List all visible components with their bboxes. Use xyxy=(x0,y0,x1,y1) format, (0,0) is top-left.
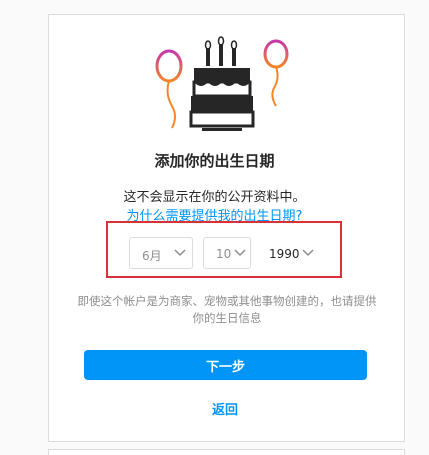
page-title: 添加你的出生日期 xyxy=(154,152,275,170)
chevron-down-icon xyxy=(234,249,246,257)
month-select[interactable]: 6月 xyxy=(129,237,193,269)
birthday-cake-balloons-icon xyxy=(155,36,289,131)
chevron-down-icon xyxy=(174,249,186,257)
year-select[interactable]: 1990 xyxy=(258,237,322,269)
secondary-card-edge xyxy=(48,449,405,455)
year-value: 1990 xyxy=(269,247,300,261)
month-value: 6月 xyxy=(142,249,162,263)
birthday-note: 即使这个帐户是为商家、宠物或其他事物创建的，也请提供你的生日信息 xyxy=(77,294,377,325)
privacy-description: 这不会显示在你的公开资料中。 xyxy=(123,190,306,205)
day-select[interactable]: 10 xyxy=(203,237,251,269)
chevron-down-icon xyxy=(302,249,314,257)
day-value: 10 xyxy=(216,247,232,261)
next-button[interactable]: 下一步 xyxy=(84,350,367,380)
back-link[interactable]: 返回 xyxy=(0,399,429,418)
